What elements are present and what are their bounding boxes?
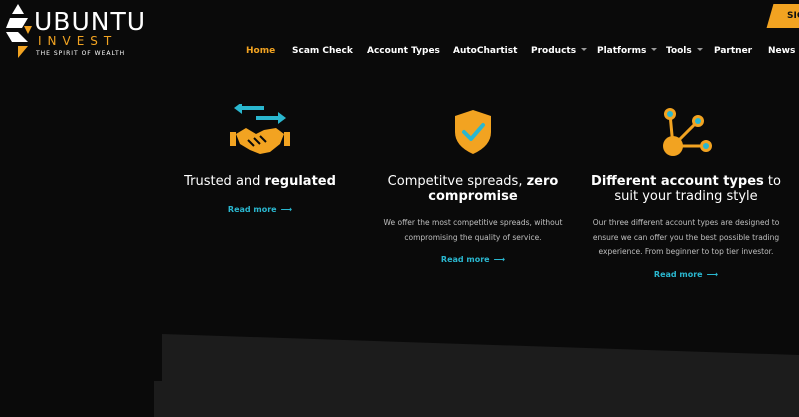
decorative-band (154, 334, 799, 417)
